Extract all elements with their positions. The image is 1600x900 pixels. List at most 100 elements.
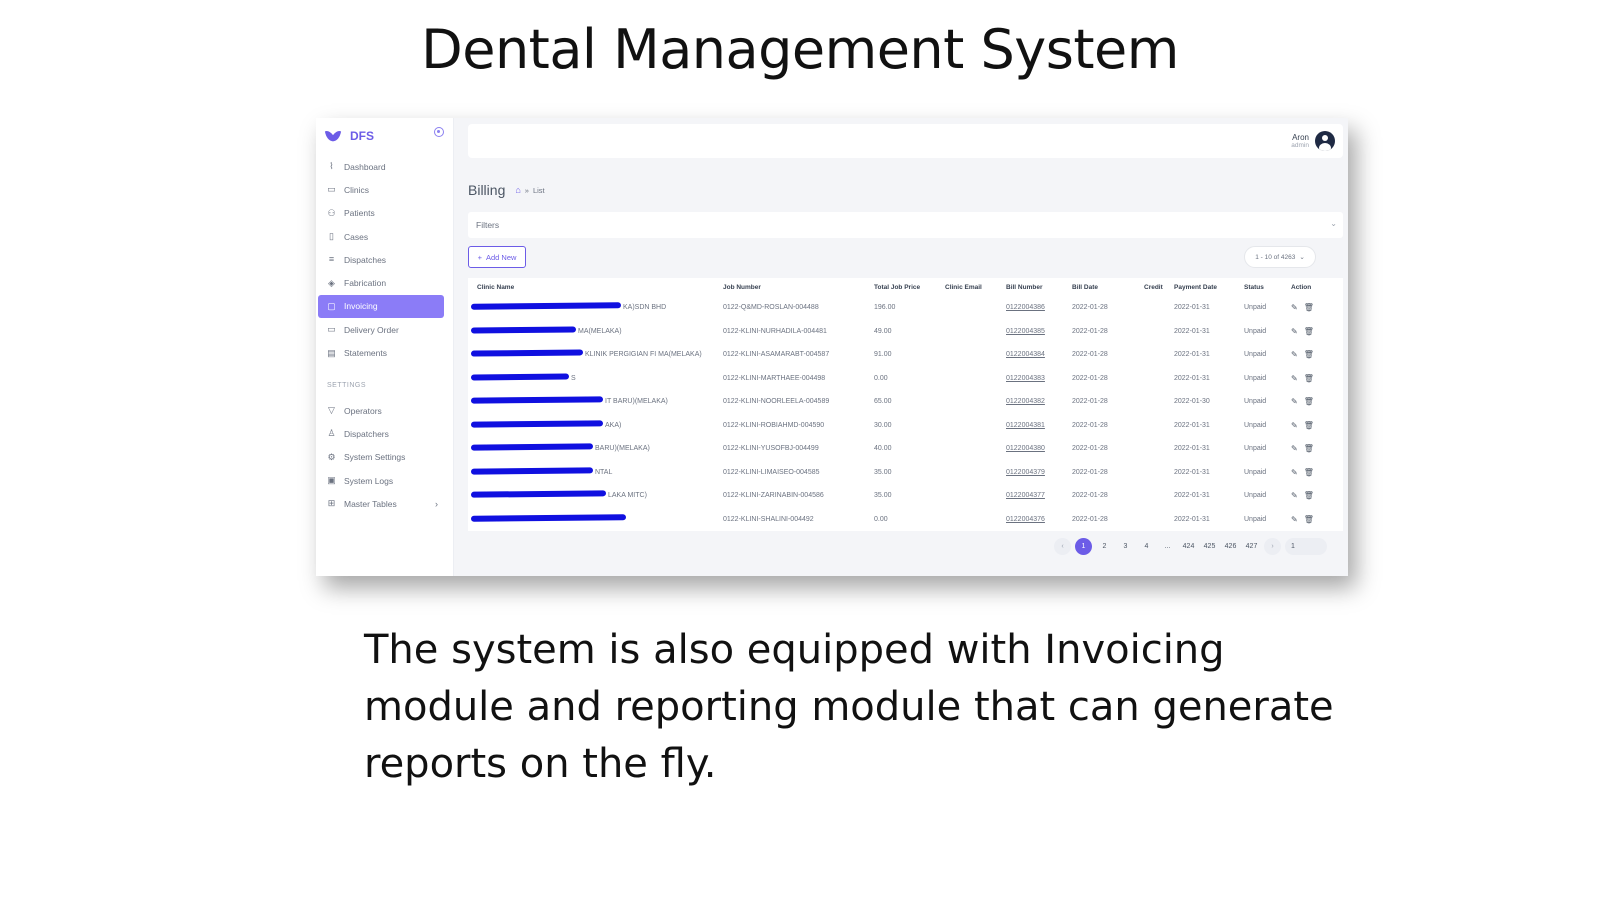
sidebar-item-statements[interactable]: ▤ Statements xyxy=(318,341,444,364)
column-header-status[interactable]: Status xyxy=(1235,278,1282,296)
edit-icon[interactable]: ✎ xyxy=(1291,444,1298,453)
column-header-job-number[interactable]: Job Number xyxy=(714,278,865,296)
sidebar-item-invoicing[interactable]: ▢ Invoicing xyxy=(318,294,444,319)
bill-number-cell[interactable]: 0122004377 xyxy=(997,484,1063,508)
clinic-email-cell xyxy=(936,296,997,320)
table-row[interactable]: 0122-KLINI-SHALINI-004492 0.00 0122004376 2… xyxy=(468,508,1343,532)
page-button-3[interactable]: 3 xyxy=(1117,538,1134,555)
bill-number-cell[interactable]: 0122004379 xyxy=(997,461,1063,485)
status-cell: Unpaid xyxy=(1244,492,1267,500)
page-button-1[interactable]: 1 xyxy=(1075,538,1092,555)
edit-icon[interactable]: ✎ xyxy=(1291,515,1298,524)
column-header-clinic-email[interactable]: Clinic Email xyxy=(936,278,997,296)
bill-number-cell[interactable]: 0122004380 xyxy=(997,437,1063,461)
sidebar-item-dispatchers[interactable]: ♙ Dispatchers xyxy=(318,422,444,445)
sidebar-item-system-logs[interactable]: ▣ System Logs xyxy=(318,469,444,492)
bill-number-cell[interactable]: 0122004385 xyxy=(997,320,1063,344)
delete-icon[interactable]: 🗑 xyxy=(1304,421,1314,430)
job-number-cell: 0122-Q&MD-ROSLAN-004488 xyxy=(723,304,819,312)
bill-number-cell[interactable]: 0122004386 xyxy=(997,296,1063,320)
next-page-button[interactable]: › xyxy=(1264,538,1281,555)
sidebar-item-system-settings[interactable]: ⚙ System Settings xyxy=(318,446,444,469)
edit-icon[interactable]: ✎ xyxy=(1291,421,1298,430)
sidebar-item-master-tables[interactable]: ⊞ Master Tables › xyxy=(318,492,444,515)
sidebar-item-operators[interactable]: ▽ Operators xyxy=(318,399,444,422)
page-button-4[interactable]: 4 xyxy=(1138,538,1155,555)
edit-icon[interactable]: ✎ xyxy=(1291,350,1298,359)
delete-icon[interactable]: 🗑 xyxy=(1304,444,1314,453)
table-row[interactable]: LAKA MITC) 0122-KLINI-ZARINABIN-004586 35.… xyxy=(468,484,1343,508)
column-header-credit[interactable]: Credit xyxy=(1135,278,1165,296)
bill-date-cell: 2022-01-28 xyxy=(1072,492,1108,500)
sidebar-item-clinics[interactable]: ▭ Clinics xyxy=(318,178,444,201)
edit-icon[interactable]: ✎ xyxy=(1291,327,1298,336)
redaction-mark xyxy=(470,513,627,522)
delete-icon[interactable]: 🗑 xyxy=(1304,303,1314,312)
filters-panel[interactable]: Filters ⌄ xyxy=(468,212,1343,238)
delete-icon[interactable]: 🗑 xyxy=(1304,374,1314,383)
page-button-425[interactable]: 425 xyxy=(1201,538,1218,555)
table-row[interactable]: MA(MELAKA) 0122-KLINI-NURHADILA-004481 49.… xyxy=(468,320,1343,344)
table-row[interactable]: BARU)(MELAKA) 0122-KLINI-YUSOFBJ-004499 40… xyxy=(468,437,1343,461)
action-cell: ✎ 🗑 xyxy=(1282,367,1343,391)
prev-page-button[interactable]: ‹ xyxy=(1054,538,1071,555)
brand-logo[interactable]: DFS xyxy=(324,126,374,146)
add-new-label: Add New xyxy=(485,252,517,262)
edit-icon[interactable]: ✎ xyxy=(1291,397,1298,406)
page-size-select[interactable]: 1 - 10 of 4263 ⌄ xyxy=(1244,246,1316,268)
delete-icon[interactable]: 🗑 xyxy=(1304,350,1314,359)
page-button-424[interactable]: 424 xyxy=(1180,538,1197,555)
sidebar-item-patients[interactable]: ⚇ Patients xyxy=(318,202,444,225)
total-job-price-cell: 49.00 xyxy=(874,327,892,335)
sidebar-item-delivery-order[interactable]: ▭ Delivery Order xyxy=(318,318,444,341)
column-header-total-job-price[interactable]: Total Job Price xyxy=(865,278,936,296)
table-row[interactable]: NTAL 0122-KLINI-LIMAISEO-004585 35.00 01220… xyxy=(468,461,1343,485)
delete-icon[interactable]: 🗑 xyxy=(1304,468,1314,477)
edit-icon[interactable]: ✎ xyxy=(1291,468,1298,477)
page-button-2[interactable]: 2 xyxy=(1096,538,1113,555)
table-row[interactable]: IT BARU)(MELAKA) 0122-KLINI-NOORLEELA-004… xyxy=(468,390,1343,414)
delete-icon[interactable]: 🗑 xyxy=(1304,397,1314,406)
sidebar-item-cases[interactable]: ▯ Cases xyxy=(318,225,444,248)
page-ellipsis: ... xyxy=(1164,543,1171,550)
sidebar-item-dashboard[interactable]: ⌇ Dashboard xyxy=(318,155,444,178)
breadcrumb-item[interactable]: List xyxy=(533,186,545,195)
clinic-name-cell: S xyxy=(468,367,714,391)
delete-icon[interactable]: 🗑 xyxy=(1304,327,1314,336)
page-button-426[interactable]: 426 xyxy=(1222,538,1239,555)
edit-icon[interactable]: ✎ xyxy=(1291,303,1298,312)
redaction-mark xyxy=(470,419,604,428)
table-row[interactable]: AKA) 0122-KLINI-ROBIAHMD-004590 30.00 01220… xyxy=(468,414,1343,438)
action-cell: ✎ 🗑 xyxy=(1282,484,1343,508)
sidebar-item-dispatches[interactable]: ≡ Dispatches xyxy=(318,248,444,271)
column-header-bill-number[interactable]: Bill Number xyxy=(997,278,1063,296)
delete-icon[interactable]: 🗑 xyxy=(1304,491,1314,500)
row-actions: ✎ 🗑 xyxy=(1291,468,1314,477)
column-header-bill-date[interactable]: Bill Date xyxy=(1063,278,1135,296)
goto-page-input[interactable]: 1 xyxy=(1285,538,1327,555)
delete-icon[interactable]: 🗑 xyxy=(1304,515,1314,524)
page-button-427[interactable]: 427 xyxy=(1243,538,1260,555)
bill-number-cell[interactable]: 0122004383 xyxy=(997,367,1063,391)
bill-number-cell[interactable]: 0122004376 xyxy=(997,508,1063,532)
add-new-button[interactable]: + Add New xyxy=(468,246,526,268)
clipboard-icon: ▢ xyxy=(327,300,336,311)
table-row[interactable]: KA)SDN BHD 0122-Q&MD-ROSLAN-004488 196.00 0… xyxy=(468,296,1343,320)
edit-icon[interactable]: ✎ xyxy=(1291,374,1298,383)
table-row[interactable]: S 0122-KLINI-MARTHAEE-004498 0.00 012200438… xyxy=(468,367,1343,391)
bill-number-cell[interactable]: 0122004382 xyxy=(997,390,1063,414)
sidebar-item-fabrication[interactable]: ◈ Fabrication xyxy=(318,271,444,294)
bill-number-cell[interactable]: 0122004384 xyxy=(997,343,1063,367)
avatar[interactable] xyxy=(1315,131,1335,151)
column-header-payment-date[interactable]: Payment Date xyxy=(1165,278,1235,296)
user-menu[interactable]: Aron admin xyxy=(1291,131,1335,151)
payment-date-cell: 2022-01-30 xyxy=(1174,398,1210,406)
home-icon[interactable]: ⌂ xyxy=(515,185,520,195)
table-row[interactable]: KLINIK PERGIGIAN FI MA(MELAKA) 0122-KLINI… xyxy=(468,343,1343,367)
page-size-value: 1 - 10 of 4263 xyxy=(1255,253,1296,261)
column-header-clinic-name[interactable]: Clinic Name xyxy=(468,278,714,296)
edit-icon[interactable]: ✎ xyxy=(1291,491,1298,500)
sidebar-toggle-icon[interactable] xyxy=(434,127,444,137)
bill-number-cell[interactable]: 0122004381 xyxy=(997,414,1063,438)
book-icon: ▯ xyxy=(329,231,334,242)
